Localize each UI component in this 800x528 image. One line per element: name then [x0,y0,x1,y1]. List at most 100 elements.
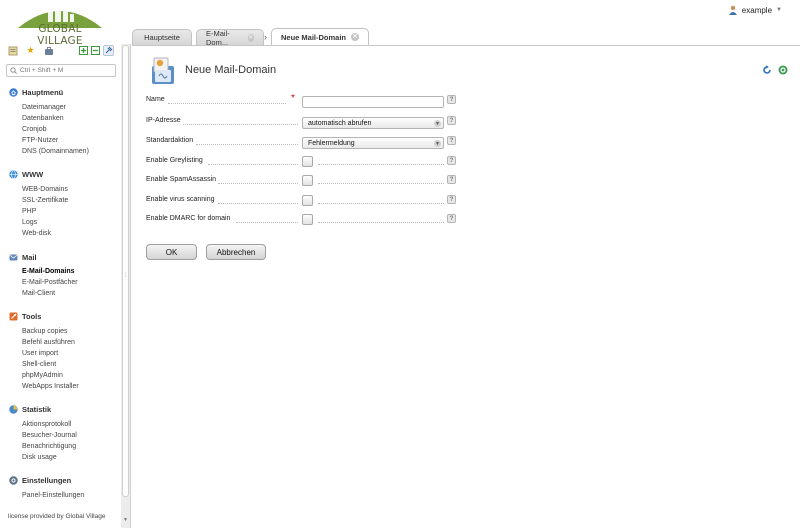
global-village-logo[interactable]: GLOBAL VILLAGE [14,2,106,47]
section-statistik[interactable]: Statistik [9,405,51,414]
splitter-handle[interactable]: ⁞ [125,273,127,279]
row-default-action: Standardaktion Fehlermeldung ▼ ? [146,136,458,149]
sidebar-search-input[interactable] [20,67,112,74]
sidebar-item-phpmyadmin[interactable]: phpMyAdmin [22,372,63,379]
tab-bar: Hauptseite E-Mail-Dom... ✕ › Neue Mail-D… [132,28,370,47]
section-title: Hauptmenü [22,88,64,97]
user-icon [728,5,737,15]
form-settings-icon[interactable] [778,65,788,75]
sidebar-item-user-import[interactable]: User import [22,350,58,357]
sidebar-item-webapps-installer[interactable]: WebApps Installer [22,383,79,390]
home-icon [9,88,18,97]
sidebar-item-logs[interactable]: Logs [22,219,37,226]
sidebar-item-mail-client[interactable]: Mail-Client [22,290,55,297]
sidebar-item-shell-client[interactable]: Shell-client [22,361,56,368]
sidebar-item-befehl-ausfuehren[interactable]: Befehl ausführen [22,339,75,346]
section-hauptmenu[interactable]: Hauptmenü [9,88,63,97]
section-tools[interactable]: Tools [9,312,41,321]
chevron-down-icon: ▼ [434,120,441,127]
dmarc-checkbox[interactable] [302,214,313,225]
section-einstellungen[interactable]: Einstellungen [9,476,71,485]
help-icon[interactable]: ? [447,214,456,223]
help-icon[interactable]: ? [447,116,456,125]
briefcase-icon[interactable] [43,45,54,56]
star-icon[interactable]: ★ [25,45,36,56]
sidebar-item-web-disk[interactable]: Web-disk [22,230,51,237]
tab-hauptseite[interactable]: Hauptseite [132,29,192,45]
section-title: Einstellungen [22,476,72,485]
name-input[interactable] [302,96,444,108]
chevron-down-icon: ▼ [434,140,441,147]
sidebar-item-panel-einstellungen[interactable]: Panel-Einstellungen [22,492,84,499]
virus-scanning-label: Enable virus scanning [146,196,215,203]
sidebar-item-benachrichtigung[interactable]: Benachrichtigung [22,443,76,450]
default-action-selected-value: Fehlermeldung [308,139,355,147]
license-text: license provided by Global Village [8,513,106,520]
row-spamassassin: Enable SpamAssassin ? [146,175,458,188]
default-action-select[interactable]: Fehlermeldung ▼ [302,137,444,149]
sidebar-item-cronjob[interactable]: Cronjob [22,126,47,133]
tab-email-domains[interactable]: E-Mail-Dom... ✕ [196,29,264,47]
cancel-button[interactable]: Abbrechen [206,244,266,260]
help-icon[interactable]: ? [447,195,456,204]
help-icon[interactable]: ? [447,175,456,184]
sidebar-search[interactable] [6,64,116,77]
search-icon [10,67,17,74]
spamassassin-label: Enable SpamAssassin [146,176,217,183]
ip-selected-value: automatisch abrufen [308,119,372,127]
pin-icon[interactable] [103,45,114,56]
sidebar-scrollbar[interactable]: ▼ [121,44,130,528]
section-mail[interactable]: Mail [9,253,37,262]
sidebar-item-email-domains[interactable]: E-Mail-Domains [22,268,75,275]
sidebar-item-web-domains[interactable]: WEB-Domains [22,186,68,193]
label-leader [183,124,298,125]
expand-all-icon[interactable] [78,45,89,56]
user-menu[interactable]: example ▼ [728,5,782,15]
virus-scanning-checkbox[interactable] [302,195,313,206]
refresh-icon[interactable] [762,65,772,75]
sidebar-item-php[interactable]: PHP [22,208,36,215]
tab-neue-mail-domain[interactable]: Neue Mail-Domain ✕ [271,28,370,45]
label-leader [236,222,298,223]
help-icon[interactable]: ? [447,136,456,145]
greylisting-checkbox[interactable] [302,156,313,167]
scroll-down-icon[interactable]: ▼ [122,517,129,523]
section-www[interactable]: WWW [9,170,43,179]
spamassassin-checkbox[interactable] [302,175,313,186]
chevron-down-icon: ▼ [776,7,782,13]
help-icon[interactable]: ? [447,156,456,165]
ok-button[interactable]: OK [146,244,197,260]
sidebar-item-disk-usage[interactable]: Disk usage [22,454,57,461]
sidebar-item-ssl-zertifikate[interactable]: SSL-Zertifikate [22,197,68,204]
sidebar-item-ftp-nutzer[interactable]: FTP-Nutzer [22,137,58,144]
chevron-right-icon: › [264,32,267,42]
mail-icon [9,254,18,261]
sidebar-item-datenbanken[interactable]: Datenbanken [22,115,64,122]
close-icon[interactable]: ✕ [351,33,360,41]
section-title: WWW [22,170,44,179]
sidebar-item-dns[interactable]: DNS (Domainnamen) [22,148,89,155]
sidebar-item-email-postfaecher[interactable]: E-Mail-Postfächer [22,279,78,286]
sidebar-item-dateimanager[interactable]: Dateimanager [22,104,66,111]
collapse-all-icon[interactable] [90,45,101,56]
sidebar-toolbar: ★ [0,44,131,58]
menu-view-icon[interactable] [7,45,18,56]
tab-label: Neue Mail-Domain [281,32,347,42]
sidebar: ★ Hauptmenü Dateimanager Datenbanken Cro… [0,44,131,528]
label-leader [218,203,298,204]
sidebar-item-besucher-journal[interactable]: Besucher-Journal [22,432,77,439]
label-leader [218,183,298,184]
section-title: Mail [22,253,37,262]
sidebar-item-aktionsprotokoll[interactable]: Aktionsprotokoll [22,421,71,428]
row-name: Name * ? [146,93,458,108]
ip-select[interactable]: automatisch abrufen ▼ [302,117,444,129]
label-leader [196,144,298,145]
scrollbar-thumb[interactable] [122,45,129,497]
required-marker: * [291,93,295,104]
row-greylisting: Enable Greylisting ? [146,156,458,169]
new-mail-domain-icon [152,57,174,84]
tab-label: Hauptseite [144,33,180,42]
sidebar-item-backup-copies[interactable]: Backup copies [22,328,68,335]
help-icon[interactable]: ? [447,95,456,104]
close-icon[interactable]: ✕ [247,33,254,42]
